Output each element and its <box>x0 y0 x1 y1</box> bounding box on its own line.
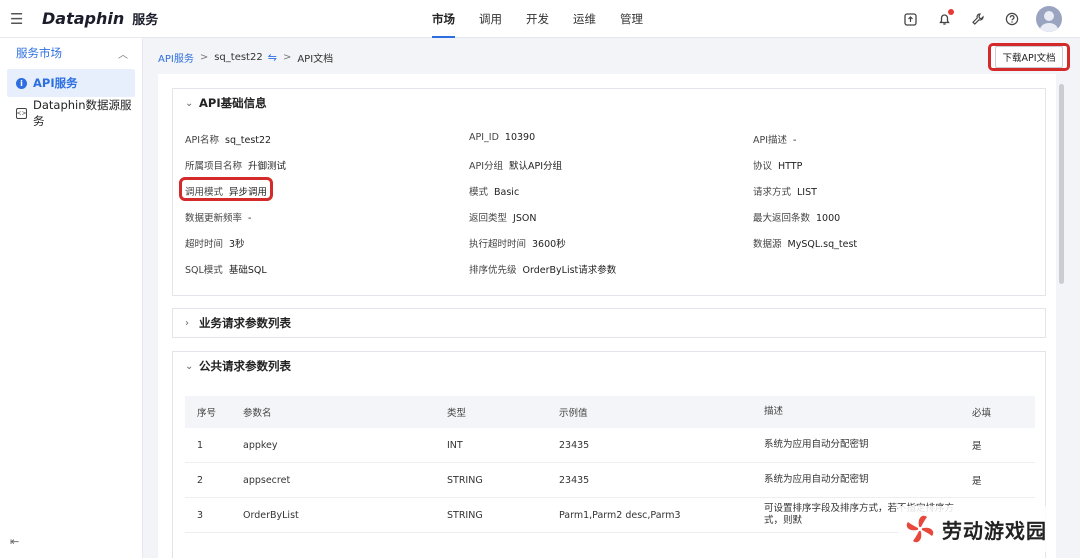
info-icon: i <box>16 77 27 89</box>
sidebar-item-label: API服务 <box>33 76 78 90</box>
download-api-doc-highlight: 下载API文档 <box>988 43 1070 71</box>
pinwheel-logo-icon <box>902 511 938 547</box>
invoke-mode-highlight <box>179 177 273 201</box>
cell-param-name: appsecret <box>243 474 291 486</box>
collapse-sidebar-icon[interactable]: ⇤ <box>10 535 19 548</box>
field-exec-timeout: 执行超时时间 3600秒 <box>469 239 566 250</box>
cell-example: 23435 <box>559 439 590 451</box>
section-basic-info-header[interactable]: ⌄ API基础信息 <box>173 89 1045 117</box>
section-title: 公共请求参数列表 <box>199 359 291 373</box>
field-mode: 模式 Basic <box>469 187 520 198</box>
content-panel: ⌄ API基础信息 API名称 sq_test22 API_ID 10390 API… <box>158 74 1056 558</box>
section-public-params-header[interactable]: ⌄ 公共请求参数列表 <box>173 352 1045 380</box>
help-icon[interactable] <box>1004 11 1020 27</box>
chevron-down-icon: ⌄ <box>185 97 194 109</box>
breadcrumb-api-service[interactable]: API服务 <box>158 50 194 65</box>
breadcrumb: API服务 > sq_test22 ⇋ > API文档 <box>158 48 333 66</box>
notification-dot <box>948 9 954 15</box>
content-scrollbar[interactable] <box>1059 84 1064 284</box>
chevron-down-icon: ⌄ <box>185 360 194 372</box>
nav-tab-market[interactable]: 市场 <box>432 0 455 38</box>
field-api-id: API_ID 10390 <box>469 132 536 143</box>
cell-description: 系统为应用自动分配密钥 <box>764 474 869 485</box>
cell-example: Parm1,Parm2 desc,Parm3 <box>559 509 681 521</box>
cell-param-name: appkey <box>243 439 278 451</box>
cell-type: INT <box>447 439 463 451</box>
breadcrumb-api-name[interactable]: sq_test22 <box>214 52 263 63</box>
field-datasource: 数据源 MySQL.sq_test <box>753 239 858 250</box>
breadcrumb-current: API文档 <box>297 53 334 65</box>
nav-tab-ops[interactable]: 运维 <box>573 0 596 38</box>
table-header: 序号 参数名 类型 示例值 描述 必填 <box>185 396 1035 428</box>
field-update-frequency: 数据更新频率 - <box>185 213 252 224</box>
cell-index: 3 <box>197 509 204 521</box>
menu-icon[interactable]: ☰ <box>10 10 28 28</box>
section-basic-info: ⌄ API基础信息 API名称 sq_test22 API_ID 10390 API… <box>172 88 1046 296</box>
sidebar-item-datasource-service[interactable]: <> Dataphin数据源服务 <box>7 98 135 128</box>
field-project-name: 所属项目名称 升御测试 <box>185 161 287 172</box>
cell-type: STRING <box>447 474 483 486</box>
field-max-rows: 最大返回条数 1000 <box>753 213 841 224</box>
field-request-method: 请求方式 LIST <box>753 187 817 198</box>
section-title: API基础信息 <box>199 96 267 110</box>
field-return-type: 返回类型 JSON <box>469 213 537 224</box>
sidebar-group-label: 服务市场 <box>16 46 62 60</box>
brand-name: Dataphin <box>42 9 125 28</box>
col-type: 类型 <box>447 408 467 419</box>
field-protocol: 协议 HTTP <box>753 161 803 172</box>
field-sql-mode: SQL模式 基础SQL <box>185 265 267 276</box>
nav-tab-develop[interactable]: 开发 <box>526 0 549 38</box>
breadcrumb-separator: > <box>282 51 292 63</box>
section-business-params: › 业务请求参数列表 <box>172 308 1046 338</box>
sidebar: 服务市场 ︿ i API服务 <> Dataphin数据源服务 ⇤ <box>0 38 143 558</box>
watermark: 劳动游戏园 <box>898 506 1055 552</box>
chevron-up-icon: ︿ <box>118 49 128 61</box>
col-param-name: 参数名 <box>243 408 272 419</box>
main-nav: 市场 调用 开发 运维 管理 <box>420 0 655 38</box>
field-api-desc: API描述 - <box>753 135 797 146</box>
bell-icon[interactable] <box>936 9 954 27</box>
section-business-params-header[interactable]: › 业务请求参数列表 <box>173 309 1045 337</box>
cell-index: 2 <box>197 474 204 486</box>
sidebar-item-api-service[interactable]: i API服务 <box>7 69 135 97</box>
cell-index: 1 <box>197 439 204 451</box>
cell-description: 系统为应用自动分配密钥 <box>764 439 869 450</box>
sidebar-item-label: Dataphin数据源服务 <box>33 98 132 128</box>
datasource-icon: <> <box>16 107 27 119</box>
brand-logo[interactable]: Dataphin 服务 <box>42 9 158 28</box>
chevron-right-icon: › <box>185 317 189 329</box>
cell-example: 23435 <box>559 474 590 486</box>
table-row: 1 appkey INT 23435 系统为应用自动分配密钥 是 <box>185 428 1035 463</box>
upload-icon[interactable] <box>902 11 918 27</box>
header-tools <box>884 0 1062 38</box>
breadcrumb-separator: > <box>199 51 209 63</box>
col-description: 描述 <box>764 406 784 417</box>
nav-tab-invoke[interactable]: 调用 <box>479 0 502 38</box>
col-example: 示例值 <box>559 408 588 419</box>
watermark-text: 劳动游戏园 <box>942 518 1047 543</box>
field-api-group: API分组 默认API分组 <box>469 161 563 172</box>
wrench-icon[interactable] <box>970 11 986 27</box>
download-api-doc-button[interactable]: 下载API文档 <box>995 46 1063 68</box>
cell-required: 是 <box>972 441 982 452</box>
sidebar-group-market[interactable]: 服务市场 ︿ <box>0 39 142 67</box>
field-api-name: API名称 sq_test22 <box>185 135 272 146</box>
col-index: 序号 <box>197 408 217 419</box>
table-row: 2 appsecret STRING 23435 系统为应用自动分配密钥 是 <box>185 463 1035 498</box>
brand-suffix: 服务 <box>132 13 159 28</box>
field-sort-priority: 排序优先级 OrderByList请求参数 <box>469 265 617 276</box>
field-timeout: 超时时间 3秒 <box>185 239 245 250</box>
user-avatar[interactable] <box>1036 6 1062 32</box>
top-bar: ☰ Dataphin 服务 市场 调用 开发 运维 管理 <box>0 0 1080 38</box>
cell-param-name: OrderByList <box>243 509 299 521</box>
cell-required: 是 <box>972 476 982 487</box>
nav-tab-manage[interactable]: 管理 <box>620 0 643 38</box>
cell-type: STRING <box>447 509 483 521</box>
section-title: 业务请求参数列表 <box>199 316 291 330</box>
switch-icon[interactable]: ⇋ <box>268 51 277 64</box>
col-required: 必填 <box>972 408 992 419</box>
